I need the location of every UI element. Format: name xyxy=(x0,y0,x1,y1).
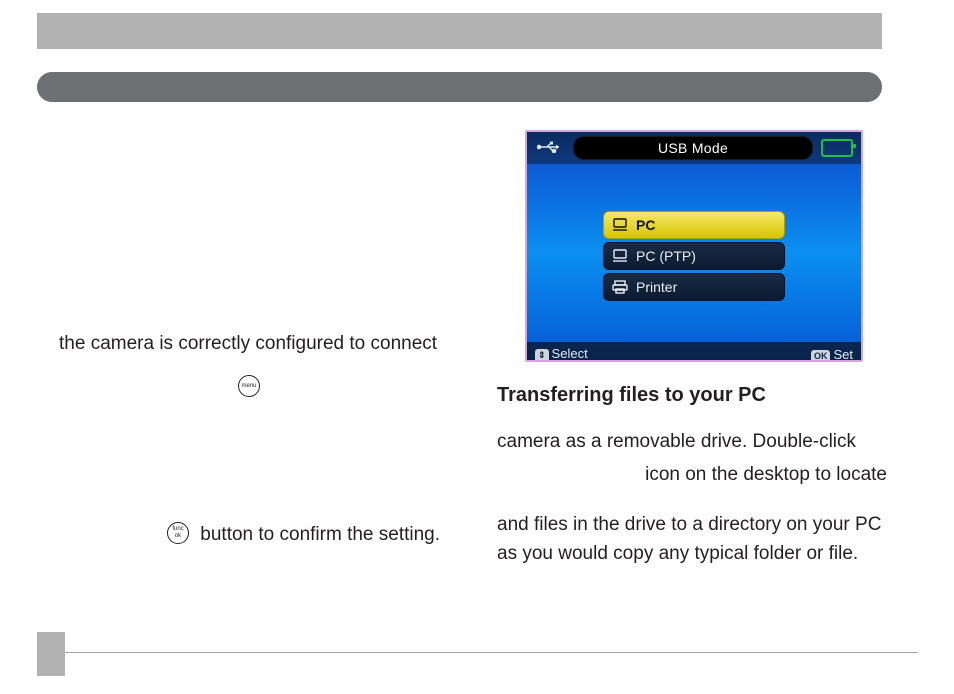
lcd-status-bar: USB Mode xyxy=(527,132,861,164)
lcd-menu-item-label: PC (PTP) xyxy=(636,248,696,264)
section-title-pill xyxy=(37,72,882,102)
lcd-menu-item-printer: Printer xyxy=(603,273,785,301)
header-bar xyxy=(37,13,882,49)
lcd-menu-item-label: Printer xyxy=(636,279,677,295)
body-text-confirm: button to conﬁrm the setting. xyxy=(37,521,467,549)
lcd-footer-left: ⇕Select xyxy=(535,346,588,362)
lcd-footer: ⇕Select OKSet xyxy=(527,342,861,362)
menu-button-icon xyxy=(238,375,260,397)
lcd-menu-item-label: PC xyxy=(636,217,655,233)
lcd-menu-item-pc: PC xyxy=(603,211,785,239)
body-text-span: button to conﬁrm the setting. xyxy=(195,524,440,545)
lcd-title: USB Mode xyxy=(573,136,813,160)
func-ok-button-icon xyxy=(167,522,189,544)
nav-key-icon: ⇕ xyxy=(535,349,549,362)
body-text-menu-line xyxy=(37,374,467,402)
footer-rule xyxy=(37,652,918,653)
lcd-menu: PC PC (PTP) Printer xyxy=(527,164,861,342)
page-number-tab xyxy=(37,632,65,676)
battery-icon xyxy=(821,139,853,157)
body-text: camera as a removable drive. Double-clic… xyxy=(497,428,887,457)
subheading: Transferring ﬁles to your PC xyxy=(497,380,887,410)
lcd-footer-right-label: Set xyxy=(833,347,853,362)
lcd-menu-item-pc-ptp: PC (PTP) xyxy=(603,242,785,270)
lcd-footer-right: OKSet xyxy=(811,347,853,362)
left-column: the camera is correctly conﬁgured to con… xyxy=(37,130,467,559)
body-text: icon on the desktop to locate xyxy=(497,461,887,490)
camera-lcd-figure: USB Mode PC PC (PTP) Printer ⇕Select OKS… xyxy=(525,130,863,362)
right-column: Transferring ﬁles to your PC camera as a… xyxy=(497,380,887,578)
ok-key-icon: OK xyxy=(811,350,831,362)
body-text: the camera is correctly conﬁgured to con… xyxy=(37,330,467,358)
body-text: and ﬁles in the drive to a directory on … xyxy=(497,511,887,568)
lcd-footer-left-label: Select xyxy=(552,346,588,361)
usb-icon xyxy=(527,140,573,156)
